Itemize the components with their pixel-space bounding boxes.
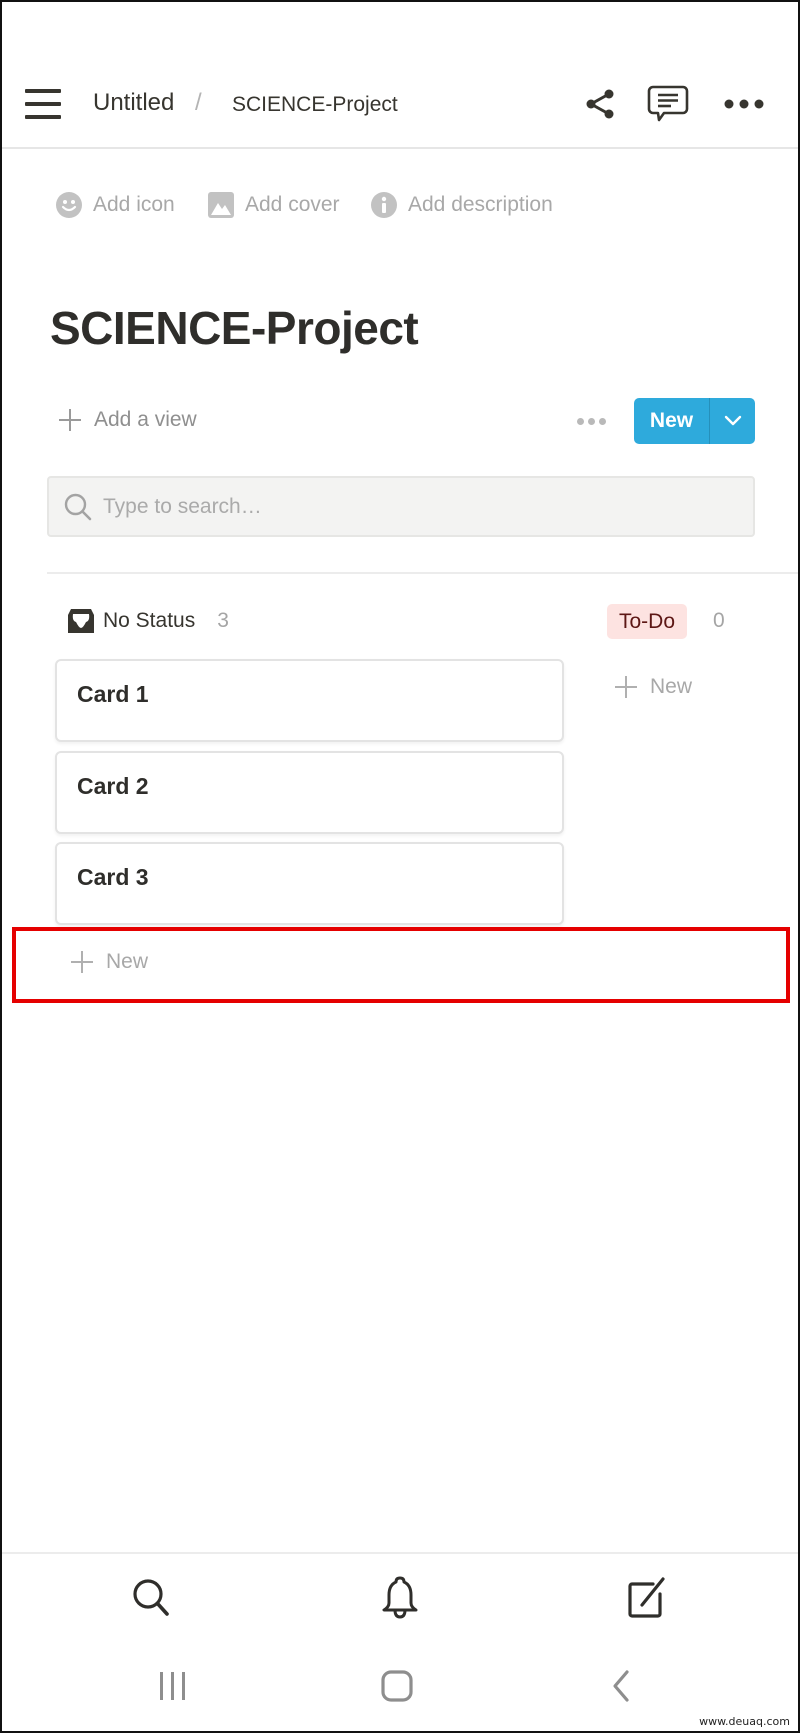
card-title: Card 3 — [77, 864, 149, 890]
chevron-down-icon — [724, 415, 741, 426]
dot — [587, 417, 595, 425]
bottom-nav-notifications[interactable] — [376, 1574, 424, 1622]
add-icon-label: Add icon — [93, 193, 175, 216]
add-description-button[interactable]: Add description — [370, 190, 553, 220]
plus-icon — [59, 409, 81, 431]
breadcrumb-separator: / — [195, 89, 202, 116]
header-divider — [0, 147, 800, 149]
more-options-button[interactable] — [722, 84, 766, 124]
new-button-group: New — [634, 398, 755, 444]
hamburger-line — [25, 102, 61, 106]
compose-icon — [628, 1577, 665, 1618]
share-button[interactable] — [580, 84, 620, 124]
dot — [598, 417, 606, 425]
board-card[interactable]: Card 3 — [55, 842, 564, 925]
plus-icon — [71, 951, 93, 973]
card-title: Card 1 — [77, 681, 149, 707]
breadcrumb-untitled[interactable]: Untitled — [93, 88, 174, 118]
bottom-nav-search[interactable] — [128, 1574, 176, 1622]
system-back-button[interactable] — [597, 1664, 645, 1708]
view-options-button[interactable] — [574, 410, 608, 432]
system-home-button[interactable] — [373, 1664, 421, 1708]
new-card-label: New — [650, 675, 693, 698]
bottom-nav-new-page[interactable] — [623, 1574, 671, 1622]
home-icon — [381, 1670, 413, 1702]
plus-icon — [615, 676, 637, 698]
board-card[interactable]: Card 1 — [55, 659, 564, 742]
comment-icon — [647, 85, 689, 122]
add-view-button[interactable]: Add a view — [58, 404, 197, 436]
add-icon-button[interactable]: Add icon — [55, 190, 175, 220]
column-header-to-do[interactable]: To-Do — [607, 604, 687, 639]
share-icon — [586, 89, 614, 119]
bell-icon — [382, 1576, 418, 1619]
search-input[interactable] — [103, 494, 753, 519]
search-icon — [64, 493, 92, 520]
new-card-label: New — [106, 950, 149, 973]
column-header-no-status[interactable]: No Status 3 — [67, 604, 229, 638]
smiley-icon — [56, 192, 82, 218]
back-icon — [613, 1670, 629, 1702]
system-recent-apps-button[interactable] — [149, 1664, 197, 1708]
more-horizontal-icon — [724, 99, 764, 109]
recent-apps-icon — [160, 1672, 185, 1700]
hamburger-menu-icon — [25, 89, 61, 93]
comments-button[interactable] — [646, 84, 690, 124]
add-cover-label: Add cover — [245, 193, 340, 216]
search-box — [47, 476, 755, 537]
dot — [576, 417, 584, 425]
no-status-new-card-button[interactable]: New — [70, 950, 148, 974]
menu-button[interactable] — [25, 89, 61, 119]
add-description-label: Add description — [408, 193, 553, 216]
column-count: 3 — [217, 609, 229, 632]
board-card[interactable]: Card 2 — [55, 751, 564, 834]
search-icon — [133, 1579, 169, 1616]
new-options-dropdown-button[interactable] — [710, 398, 755, 444]
watermark: www.deuaq.com — [699, 1715, 790, 1728]
new-button[interactable]: New — [634, 398, 709, 444]
page-title[interactable]: SCIENCE-Project — [50, 296, 419, 360]
info-icon — [371, 192, 397, 218]
column-count: 0 — [713, 609, 725, 632]
column-name: No Status — [103, 609, 196, 632]
board-divider — [47, 572, 800, 574]
card-title: Card 2 — [77, 773, 149, 799]
add-view-label: Add a view — [94, 408, 197, 431]
to-do-new-card-button[interactable]: New — [614, 675, 692, 699]
add-cover-button[interactable]: Add cover — [207, 190, 340, 220]
image-icon — [208, 192, 234, 218]
breadcrumb-current-page[interactable]: SCIENCE-Project — [232, 90, 398, 120]
bottom-nav-divider — [0, 1552, 800, 1554]
inbox-icon — [68, 609, 94, 633]
hamburger-line — [25, 115, 61, 119]
